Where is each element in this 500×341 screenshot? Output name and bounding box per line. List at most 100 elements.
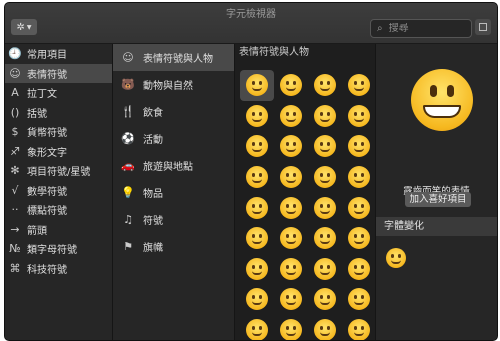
emoji-cell[interactable] <box>308 162 342 193</box>
subcategory-item[interactable]: ♫ 符號 <box>113 206 234 233</box>
emoji-cell[interactable] <box>274 101 308 132</box>
category-label: 標點符號 <box>27 206 67 218</box>
chevron-down-icon: ▼ <box>26 23 32 31</box>
latin-a-icon: A <box>11 86 19 100</box>
emoji-preview <box>411 69 473 131</box>
subcategory-item[interactable]: ⚽ 活動 <box>113 125 234 152</box>
emoji-cell[interactable] <box>342 254 376 285</box>
subcategory-label: 活動 <box>143 135 163 146</box>
parentheses-icon: () <box>10 105 20 119</box>
subcategory-item[interactable]: ⚑ 旗幟 <box>113 233 234 260</box>
emoji-cell[interactable] <box>240 192 274 223</box>
emoji-cell[interactable] <box>342 131 376 162</box>
category-label: 表情符號 <box>27 69 67 81</box>
subcategory-item[interactable]: 🐻 動物與自然 <box>113 71 234 98</box>
variations-header: 字體變化 <box>376 217 497 236</box>
emoji-grid <box>240 70 376 340</box>
category-item[interactable]: ♐ 象形文字 <box>5 142 112 162</box>
category-item[interactable]: 🕘 常用項目 <box>5 44 112 64</box>
emoji-cell[interactable] <box>240 315 274 340</box>
category-label: 箭頭 <box>27 225 47 237</box>
category-item[interactable]: ⌘ 科技符號 <box>5 259 112 279</box>
emoji-cell[interactable] <box>274 70 308 101</box>
emoji-cell[interactable] <box>274 254 308 285</box>
category-item[interactable]: ·· 標點符號 <box>5 200 112 220</box>
subcategory-item[interactable]: 💡 物品 <box>113 179 234 206</box>
subcategory-item[interactable]: 🚗 旅遊與地點 <box>113 152 234 179</box>
emoji-cell[interactable] <box>274 284 308 315</box>
emoji-face-icon <box>348 196 370 219</box>
subcategory-item[interactable]: 🍴 飲食 <box>113 98 234 125</box>
emoji-cell[interactable] <box>342 192 376 223</box>
emoji-face-icon <box>280 135 302 158</box>
emoji-cell[interactable] <box>308 192 342 223</box>
emoji-cell[interactable] <box>342 223 376 254</box>
emoji-cell[interactable] <box>274 131 308 162</box>
asterisk-icon: ✻ <box>10 164 20 178</box>
category-label: 括號 <box>27 108 47 120</box>
add-to-favorites-button[interactable]: 加入喜好項目 <box>405 192 471 207</box>
emoji-face-icon <box>314 104 336 127</box>
emoji-face-icon <box>348 227 370 250</box>
emoji-cell[interactable] <box>342 315 376 340</box>
settings-menu-button[interactable]: ✲ ▼ <box>11 19 37 35</box>
bear-icon: 🐻 <box>121 78 135 91</box>
emoji-cell[interactable] <box>308 101 342 132</box>
subcategory-list: ☺ 表情符號與人物 🐻 動物與自然 🍴 飲食 ⚽ 活動 🚗 旅遊與地點 💡 物品 ♫ 符號 ⚑ 旗幟 <box>113 44 235 340</box>
emoji-cell[interactable] <box>342 284 376 315</box>
punctuation-icon: ·· <box>11 203 19 217</box>
emoji-cell[interactable] <box>342 162 376 193</box>
category-label: 常用項目 <box>27 50 67 62</box>
emoji-cell[interactable] <box>240 223 274 254</box>
emoji-face-icon <box>246 135 268 158</box>
emoji-face-icon <box>314 166 336 189</box>
category-item[interactable]: № 類字母符號 <box>5 239 112 259</box>
variation-item[interactable] <box>386 248 406 268</box>
emoji-face-icon <box>314 196 336 219</box>
emoji-cell[interactable] <box>240 131 274 162</box>
subcategory-item[interactable]: ☺ 表情符號與人物 <box>113 44 234 71</box>
emoji-cell[interactable] <box>274 223 308 254</box>
category-item[interactable]: $ 貨幣符號 <box>5 122 112 142</box>
emoji-cell[interactable] <box>240 101 274 132</box>
category-item[interactable]: ✻ 項目符號/星號 <box>5 161 112 181</box>
arrow-icon: → <box>10 222 20 236</box>
emoji-face-icon <box>314 227 336 250</box>
emoji-face-icon <box>348 257 370 280</box>
category-item[interactable]: ☺ 表情符號 <box>5 63 112 83</box>
dollar-icon: $ <box>11 125 19 139</box>
category-label: 項目符號/星號 <box>27 167 91 179</box>
search-icon: ⌕ <box>377 23 383 34</box>
emoji-face-icon <box>280 227 302 250</box>
emoji-cell[interactable] <box>240 70 274 101</box>
emoji-cell[interactable] <box>274 315 308 340</box>
view-toggle-button[interactable] <box>475 19 491 35</box>
subcategory-label: 符號 <box>143 216 163 227</box>
emoji-cell[interactable] <box>308 70 342 101</box>
emoji-face-icon <box>280 104 302 127</box>
emoji-cell[interactable] <box>308 131 342 162</box>
category-item[interactable]: → 箭頭 <box>5 220 112 240</box>
emoji-cell[interactable] <box>240 254 274 285</box>
emoji-cell[interactable] <box>274 162 308 193</box>
category-item[interactable]: √ 數學符號 <box>5 181 112 201</box>
emoji-cell[interactable] <box>240 162 274 193</box>
search-input[interactable] <box>388 23 453 34</box>
emoji-cell[interactable] <box>308 315 342 340</box>
emoji-cell[interactable] <box>308 223 342 254</box>
emoji-cell[interactable] <box>342 70 376 101</box>
category-item[interactable]: A 拉丁文 <box>5 83 112 103</box>
window-icon <box>479 23 487 31</box>
emoji-cell[interactable] <box>308 284 342 315</box>
emoji-cell[interactable] <box>342 101 376 132</box>
emoji-section-header: 表情符號與人物 <box>239 47 309 58</box>
emoji-cell[interactable] <box>274 192 308 223</box>
search-field[interactable]: ⌕ <box>370 19 472 38</box>
category-item[interactable]: () 括號 <box>5 103 112 123</box>
emoji-face-icon <box>280 196 302 219</box>
food-icon: 🍴 <box>121 105 135 118</box>
emoji-face-icon <box>246 288 268 311</box>
emoji-face-icon <box>280 319 302 340</box>
emoji-cell[interactable] <box>240 284 274 315</box>
emoji-cell[interactable] <box>308 254 342 285</box>
